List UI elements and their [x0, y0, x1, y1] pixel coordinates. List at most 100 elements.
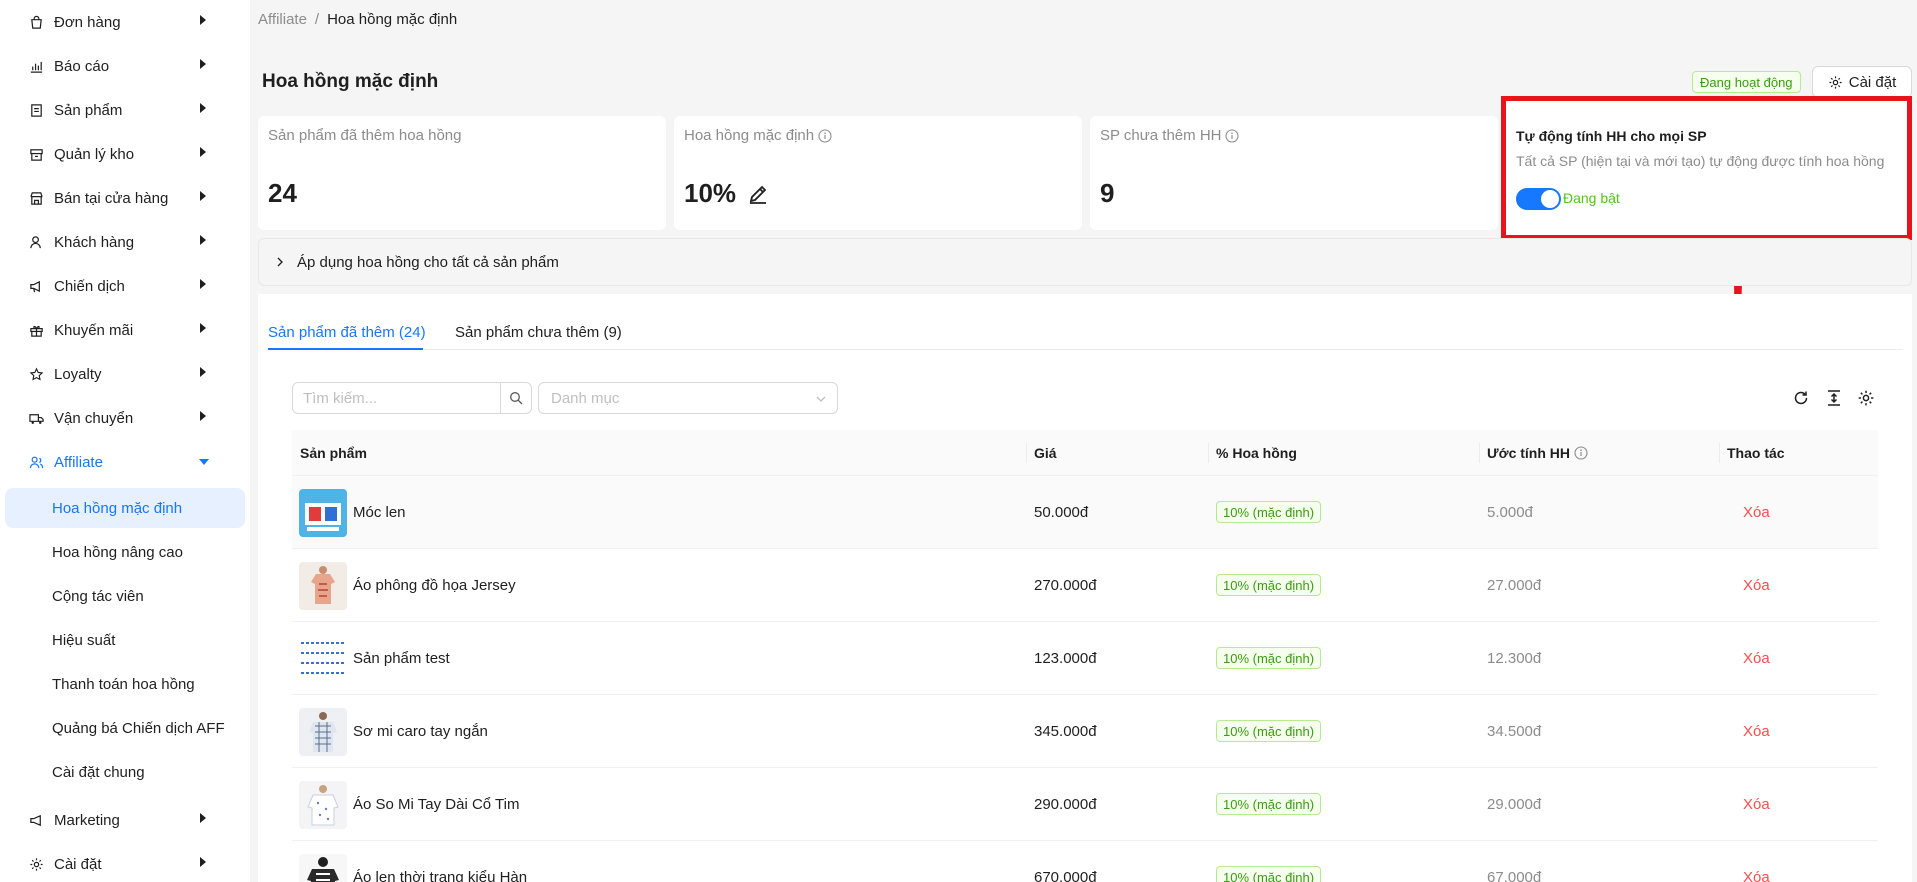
caret-right-icon — [200, 857, 206, 867]
auto-commission-toggle[interactable] — [1516, 188, 1561, 210]
bar-chart-icon — [28, 58, 44, 74]
caret-right-icon — [200, 367, 206, 377]
table-row[interactable]: Sản phẩm test 123.000đ 10% (mặc định) 12… — [292, 622, 1878, 695]
refresh-icon[interactable] — [1792, 389, 1810, 407]
product-name: Áo phông đồ họa Jersey — [353, 577, 516, 594]
table-row[interactable]: Áo phông đồ họa Jersey 270.000đ 10% (mặc… — [292, 549, 1878, 622]
delete-button[interactable]: Xóa — [1743, 504, 1770, 521]
sidebar-item-customers[interactable]: Khách hàng — [0, 220, 250, 264]
tab-added-products[interactable]: Sản phẩm đã thêm (24) — [268, 324, 426, 341]
column-header-rate: % Hoa hồng — [1216, 445, 1297, 461]
megaphone-icon — [28, 278, 44, 294]
product-thumbnail — [299, 854, 347, 882]
delete-button[interactable]: Xóa — [1743, 723, 1770, 740]
sidebar-subitem-commission-payment[interactable]: Thanh toán hoa hồng — [5, 664, 245, 704]
store-icon — [28, 190, 44, 206]
caret-right-icon — [200, 103, 206, 113]
table-row[interactable]: Sơ mi caro tay ngắn 345.000đ 10% (mặc đị… — [292, 695, 1878, 768]
sidebar-subitem-general-settings[interactable]: Cài đặt chung — [5, 752, 245, 792]
stat-value: 24 — [268, 178, 297, 208]
stat-value: 10% — [684, 178, 770, 209]
sidebar-item-loyalty[interactable]: Loyalty — [0, 352, 250, 396]
commission-rate-tag: 10% (mặc định) — [1216, 574, 1322, 596]
column-height-icon[interactable] — [1825, 389, 1843, 407]
product-price: 670.000đ — [1034, 869, 1097, 882]
sidebar-item-settings[interactable]: Cài đặt — [0, 842, 250, 882]
sidebar-subitem-aff-campaign-promo[interactable]: Quảng bá Chiến dịch AFF — [5, 708, 245, 748]
breadcrumb-parent[interactable]: Affiliate — [258, 11, 307, 28]
sidebar-item-store-sales[interactable]: Bán tại cửa hàng — [0, 176, 250, 220]
sidebar-subitem-performance[interactable]: Hiệu suất — [5, 620, 245, 660]
column-separator — [1479, 443, 1480, 463]
sidebar-subitem-default-commission[interactable]: Hoa hồng mặc định — [5, 488, 245, 528]
info-icon[interactable] — [1225, 128, 1240, 143]
sidebar-item-reports[interactable]: Báo cáo — [0, 44, 250, 88]
edit-icon[interactable] — [746, 182, 770, 206]
delete-button[interactable]: Xóa — [1743, 650, 1770, 667]
caret-right-icon — [200, 147, 206, 157]
column-separator — [1719, 443, 1720, 463]
sidebar-item-campaigns[interactable]: Chiến dịch — [0, 264, 250, 308]
product-price: 123.000đ — [1034, 650, 1097, 667]
search-input[interactable] — [292, 382, 501, 414]
sidebar-item-promotions[interactable]: Khuyến mãi — [0, 308, 250, 352]
product-price: 270.000đ — [1034, 577, 1097, 594]
table-row[interactable]: Áo So Mi Tay Dài Cổ Tim 290.000đ 10% (mặ… — [292, 768, 1878, 841]
sidebar-subitem-advanced-commission[interactable]: Hoa hồng nâng cao — [5, 532, 245, 572]
sidebar-subitem-collaborators[interactable]: Cộng tác viên — [5, 576, 245, 616]
affiliate-icon — [28, 454, 44, 470]
auto-commission-card: Tự động tính HH cho mọi SP Tất cả SP (hi… — [1501, 96, 1912, 240]
settings-button[interactable]: Cài đặt — [1812, 66, 1912, 98]
table-header: Sản phẩm Giá % Hoa hồng Ước tính HH Thao… — [292, 430, 1878, 476]
product-price: 345.000đ — [1034, 723, 1097, 740]
search-button[interactable] — [500, 382, 532, 414]
sidebar-item-label: Khách hàng — [54, 233, 135, 251]
status-badge: Đang hoạt động — [1692, 71, 1801, 93]
delete-button[interactable]: Xóa — [1743, 577, 1770, 594]
commission-rate-tag: 10% (mặc định) — [1216, 866, 1322, 882]
page-title: Hoa hồng mặc định — [262, 71, 439, 92]
gift-icon — [28, 322, 44, 338]
apply-all-label: Áp dụng hoa hồng cho tất cả sản phẩm — [297, 253, 559, 271]
estimated-commission: 5.000đ — [1487, 504, 1533, 521]
star-icon — [28, 366, 44, 382]
stat-card-products-with-commission: Sản phẩm đã thêm hoa hồng 24 — [258, 116, 666, 230]
caret-right-icon — [200, 235, 206, 245]
sidebar-item-orders[interactable]: Đơn hàng — [0, 0, 250, 44]
truck-icon — [28, 410, 44, 426]
sidebar-item-label: Cài đặt — [54, 855, 102, 873]
sidebar-item-marketing[interactable]: Marketing — [0, 798, 250, 842]
table-row[interactable]: Áo len thời trang kiểu Hàn 670.000đ 10% … — [292, 841, 1878, 882]
product-thumbnail — [299, 781, 347, 829]
tab-not-added-products[interactable]: Sản phẩm chưa thêm (9) — [455, 324, 622, 341]
delete-button[interactable]: Xóa — [1743, 796, 1770, 813]
table-row[interactable]: Móc len 50.000đ 10% (mặc định) 5.000đ Xó… — [292, 476, 1878, 549]
column-header-price: Giá — [1034, 445, 1057, 461]
tabs-divider — [268, 349, 1903, 350]
info-icon[interactable] — [818, 128, 832, 143]
breadcrumb-separator: / — [314, 11, 320, 28]
sidebar-item-label: Quản lý kho — [54, 145, 135, 163]
table-settings-icon[interactable] — [1857, 389, 1875, 407]
sidebar-item-products[interactable]: Sản phẩm — [0, 88, 250, 132]
estimated-commission: 67.000đ — [1487, 869, 1542, 882]
breadcrumb-current: Hoa hồng mặc định — [327, 11, 458, 28]
auto-commission-toggle-label: Đang bật — [1563, 190, 1620, 206]
category-select[interactable]: Danh mục — [538, 382, 838, 414]
sidebar-item-shipping[interactable]: Vận chuyển — [0, 396, 250, 440]
column-header-estimate: Ước tính HH — [1487, 445, 1588, 461]
info-icon[interactable] — [1574, 446, 1588, 460]
sidebar-item-affiliate[interactable]: Affiliate — [0, 440, 250, 484]
sidebar-item-label: Đơn hàng — [54, 13, 121, 31]
sidebar-item-inventory[interactable]: Quản lý kho — [0, 132, 250, 176]
apply-all-collapse[interactable]: Áp dụng hoa hồng cho tất cả sản phẩm — [258, 238, 1912, 286]
estimated-commission: 12.300đ — [1487, 650, 1542, 667]
column-header-actions: Thao tác — [1727, 445, 1785, 461]
estimated-commission: 34.500đ — [1487, 723, 1542, 740]
caret-right-icon — [200, 323, 206, 333]
active-tab-indicator — [268, 348, 423, 350]
shopping-bag-icon — [28, 14, 44, 30]
product-price: 290.000đ — [1034, 796, 1097, 813]
product-price: 50.000đ — [1034, 504, 1089, 521]
delete-button[interactable]: Xóa — [1743, 869, 1770, 882]
